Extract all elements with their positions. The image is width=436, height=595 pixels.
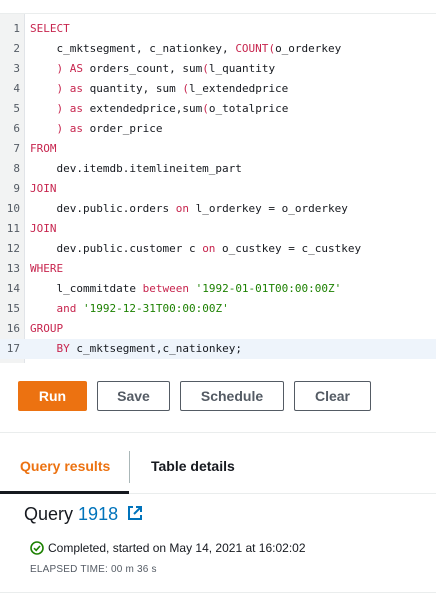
code-text: l_commitdate between '1992-01-01T00:00:0…: [30, 282, 342, 295]
code-line[interactable]: 5 ) as extendedprice,sum(o_totalprice: [0, 99, 436, 119]
line-number: 15: [6, 302, 20, 315]
code-text: JOIN: [30, 182, 57, 195]
code-line[interactable]: 12 dev.public.customer c on o_custkey = …: [0, 239, 436, 259]
code-text: dev.public.customer c on o_custkey = c_c…: [30, 242, 362, 255]
line-number: 7: [13, 142, 20, 155]
code-line[interactable]: 11 JOIN: [0, 219, 436, 239]
line-number: 8: [13, 162, 20, 175]
code-line[interactable]: 1 SELECT: [0, 19, 436, 39]
query-title-prefix: Query: [24, 504, 74, 524]
tab-separator: [129, 451, 130, 483]
active-tab-indicator: [0, 491, 129, 494]
external-link-icon[interactable]: [127, 505, 143, 521]
status-text: Completed, started on May 14, 2021 at 16…: [48, 541, 306, 555]
schedule-button[interactable]: Schedule: [180, 381, 284, 411]
tab-query-results[interactable]: Query results: [20, 450, 110, 482]
tab-table-details[interactable]: Table details: [151, 450, 235, 482]
clear-button[interactable]: Clear: [294, 381, 371, 411]
run-button[interactable]: Run: [18, 381, 87, 411]
code-text: SELECT: [30, 22, 70, 35]
code-text: ) as order_price: [56, 122, 163, 135]
line-number: 11: [6, 222, 20, 235]
bottom-divider: [0, 592, 436, 593]
code-line[interactable]: 8 dev.itemdb.itemlineitem_part: [0, 159, 436, 179]
code-line[interactable]: 14 l_commitdate between '1992-01-01T00:0…: [0, 279, 436, 299]
code-text: BY c_mktsegment,c_nationkey;: [56, 342, 242, 355]
code-text: ) as extendedprice,sum(o_totalprice: [56, 102, 289, 115]
code-line[interactable]: 3 ) AS orders_count, sum(l_quantity: [0, 59, 436, 79]
code-text: dev.public.orders on l_orderkey = o_orde…: [30, 202, 348, 215]
line-number: 17: [6, 342, 20, 355]
code-text: dev.itemdb.itemlineitem_part: [30, 162, 242, 175]
code-line[interactable]: 13 WHERE: [0, 259, 436, 279]
code-text: c_mktsegment, c_nationkey, COUNT(o_order…: [30, 42, 342, 55]
query-title: Query 1918: [24, 502, 118, 526]
query-number-link[interactable]: 1918: [78, 504, 118, 524]
line-number: 1: [13, 22, 20, 35]
line-number: 4: [13, 82, 20, 95]
code-line[interactable]: 9 JOIN: [0, 179, 436, 199]
code-text: JOIN: [30, 222, 57, 235]
code-text: ) AS orders_count, sum(l_quantity: [56, 62, 276, 75]
code-line[interactable]: 7 FROM: [0, 139, 436, 159]
code-text: GROUP: [30, 322, 64, 335]
line-number: 12: [6, 242, 20, 255]
line-number: 9: [13, 182, 20, 195]
code-line[interactable]: 10 dev.public.orders on l_orderkey = o_o…: [0, 199, 436, 219]
code-line[interactable]: 16 GROUP: [0, 319, 436, 339]
line-number: 2: [13, 42, 20, 55]
code-line[interactable]: 2 c_mktsegment, c_nationkey, COUNT(o_ord…: [0, 39, 436, 59]
line-number: 6: [13, 122, 20, 135]
code-text: WHERE: [30, 262, 64, 275]
code-text: and '1992-12-31T00:00:00Z': [56, 302, 229, 315]
code-line[interactable]: 4 ) as quantity, sum (l_extendedprice: [0, 79, 436, 99]
code-line[interactable]: 17 BY c_mktsegment,c_nationkey;: [0, 339, 436, 359]
line-number: 10: [6, 202, 20, 215]
code-text: ) as quantity, sum (l_extendedprice: [56, 82, 289, 95]
elapsed-time: ELAPSED TIME: 00 m 36 s: [30, 564, 157, 575]
success-check-icon: [30, 541, 44, 555]
line-number: 3: [13, 62, 20, 75]
line-number: 14: [6, 282, 20, 295]
line-number: 13: [6, 262, 20, 275]
section-divider: [0, 432, 436, 433]
code-text: FROM: [30, 142, 57, 155]
code-line[interactable]: 15 and '1992-12-31T00:00:00Z': [0, 299, 436, 319]
code-line[interactable]: 6 ) as order_price: [0, 119, 436, 139]
save-button[interactable]: Save: [97, 381, 170, 411]
sql-editor[interactable]: 1 SELECT 2 c_mktsegment, c_nationkey, COUN…: [0, 13, 436, 363]
line-number: 5: [13, 102, 20, 115]
line-number: 16: [6, 322, 20, 335]
